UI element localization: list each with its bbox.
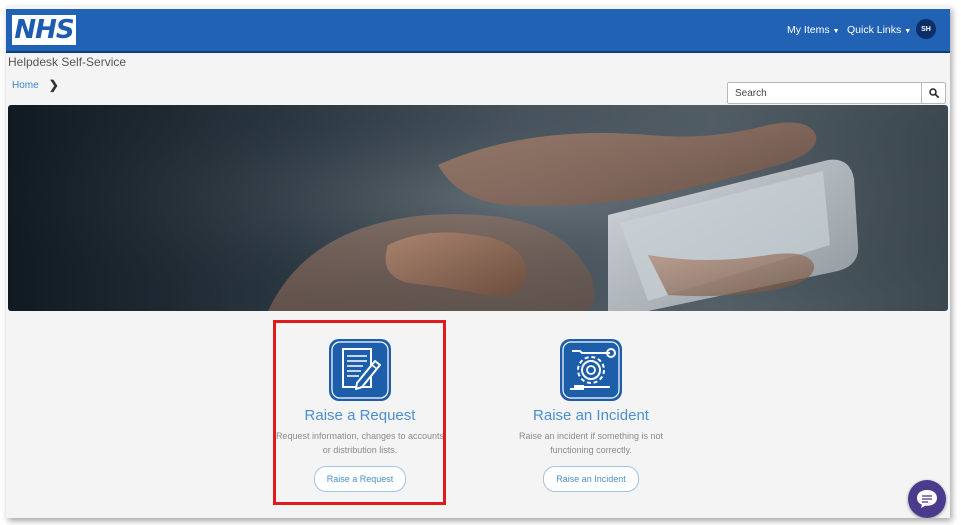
- chat-button[interactable]: [908, 480, 946, 518]
- breadcrumb: Home ❯: [12, 78, 59, 92]
- raise-incident-card: Raise an Incident Raise an incident if s…: [501, 339, 681, 492]
- raise-incident-title: Raise an Incident: [533, 407, 649, 424]
- avatar-initials: SH: [921, 25, 931, 33]
- search-icon: [928, 88, 939, 98]
- browser-page: NHS My Items ▼ Quick Links ▼ SH Helpdesk S…: [6, 6, 950, 518]
- chevron-right-icon: ❯: [48, 78, 59, 92]
- hero-banner-image: [8, 105, 948, 311]
- site-title: Helpdesk Self-Service: [8, 55, 127, 69]
- raise-incident-description: Raise an incident if something is not fu…: [518, 431, 664, 455]
- user-avatar[interactable]: SH: [916, 19, 936, 39]
- quick-links-label: Quick Links: [847, 24, 902, 36]
- top-navigation-bar: NHS My Items ▼ Quick Links ▼ SH: [6, 9, 950, 53]
- caret-down-icon: ▼: [904, 28, 912, 35]
- gear-wrench-icon[interactable]: [560, 339, 622, 401]
- my-items-label: My Items: [787, 24, 830, 36]
- caret-down-icon: ▼: [832, 28, 840, 35]
- my-items-menu[interactable]: My Items ▼: [787, 24, 840, 36]
- raise-incident-button[interactable]: Raise an Incident: [543, 466, 639, 492]
- search-box: [727, 82, 946, 104]
- search-input[interactable]: [728, 83, 923, 103]
- hand-holding-phone-image: [8, 105, 948, 311]
- highlight-box: [273, 320, 446, 505]
- quick-links-menu[interactable]: Quick Links ▼: [847, 24, 911, 36]
- logo-text: NHS: [14, 15, 74, 45]
- search-button[interactable]: [921, 83, 945, 103]
- breadcrumb-home-link[interactable]: Home: [12, 80, 39, 91]
- chat-bubble-icon: [917, 490, 937, 508]
- nhs-logo[interactable]: NHS: [12, 15, 76, 45]
